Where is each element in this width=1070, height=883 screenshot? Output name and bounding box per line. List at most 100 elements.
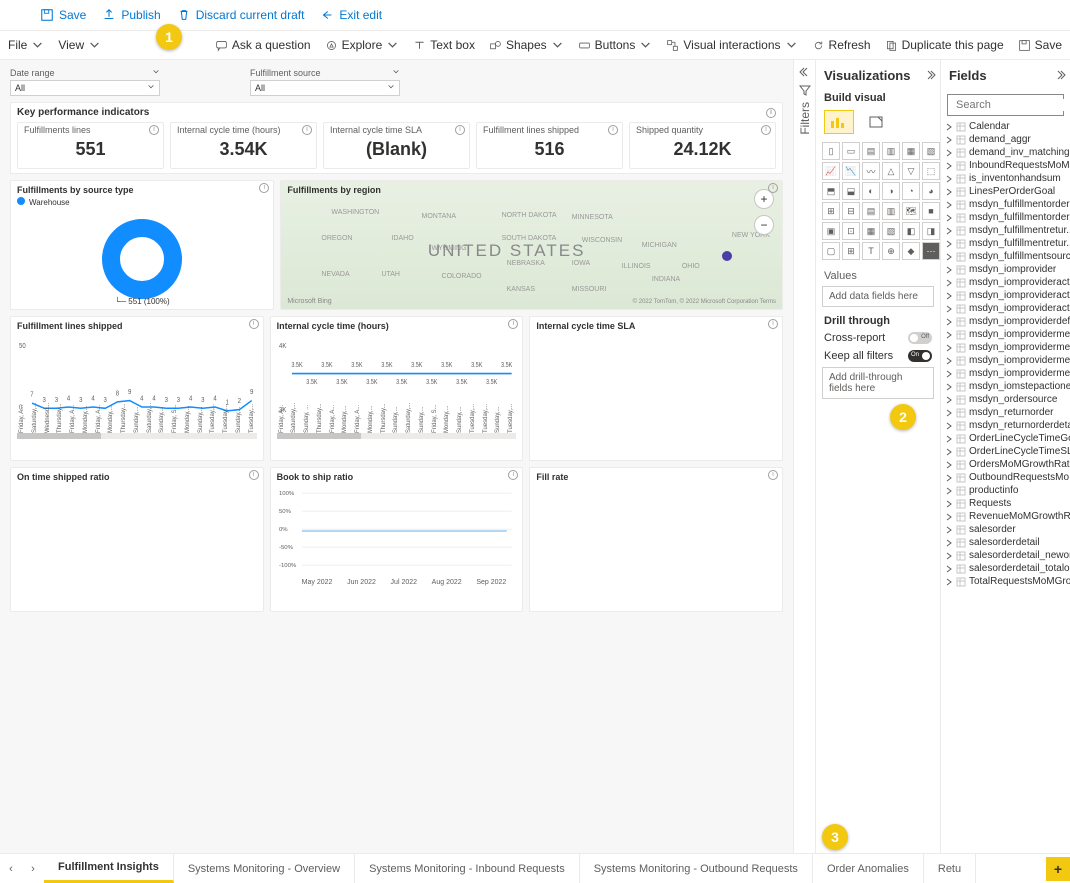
field-table[interactable]: msdyn_fulfillmentsource bbox=[941, 250, 1070, 263]
field-table[interactable]: OrderLineCycleTimeSLA bbox=[941, 445, 1070, 458]
page-tab[interactable]: Order Anomalies bbox=[813, 854, 924, 883]
field-table[interactable]: TotalRequestsMoMGro... bbox=[941, 575, 1070, 588]
field-table[interactable]: salesorder bbox=[941, 523, 1070, 536]
field-table[interactable]: OutboundRequestsMo... bbox=[941, 471, 1070, 484]
viz-type-icon[interactable]: ▤ bbox=[862, 142, 880, 160]
lines-shipped-card[interactable]: Fulfillment lines shipped i 50 0 7334343… bbox=[10, 316, 264, 461]
report-canvas[interactable]: Date range All Fulfillment source All Ke… bbox=[0, 60, 793, 853]
field-table[interactable]: is_inventonhandsum bbox=[941, 172, 1070, 185]
viz-type-icon[interactable]: ◆ bbox=[902, 242, 920, 260]
viz-type-icon[interactable]: T bbox=[862, 242, 880, 260]
viz-type-icon[interactable]: ⬓ bbox=[842, 182, 860, 200]
field-table[interactable]: salesorderdetail_totalor... bbox=[941, 562, 1070, 575]
field-table[interactable]: msdyn_iomproviderdefi... bbox=[941, 315, 1070, 328]
keep-filters-toggle[interactable]: On bbox=[908, 350, 932, 362]
viz-type-icon[interactable]: ▥ bbox=[882, 202, 900, 220]
viz-type-icon[interactable]: ▽ bbox=[902, 162, 920, 180]
build-visual-tab[interactable] bbox=[824, 110, 854, 134]
viz-type-icon[interactable]: ⋯ bbox=[922, 242, 940, 260]
view-menu[interactable]: View bbox=[58, 38, 101, 52]
add-page-button[interactable]: + bbox=[1046, 857, 1070, 881]
cycle-time-card[interactable]: Internal cycle time (hours) i 4K 3K 3.5K… bbox=[270, 316, 524, 461]
field-table[interactable]: msdyn_fulfillmentorder bbox=[941, 198, 1070, 211]
duplicate-button[interactable]: Duplicate this page bbox=[885, 38, 1004, 52]
save-button-ribbon[interactable]: Save bbox=[1018, 38, 1062, 52]
field-table[interactable]: msdyn_fulfillmentorder... bbox=[941, 211, 1070, 224]
field-table[interactable]: LinesPerOrderGoal bbox=[941, 185, 1070, 198]
textbox-button[interactable]: Text box bbox=[413, 38, 475, 52]
scrollbar[interactable] bbox=[277, 433, 517, 439]
collapse-icon[interactable] bbox=[924, 69, 936, 81]
field-table[interactable]: msdyn_iomproviderme... bbox=[941, 367, 1070, 380]
field-table[interactable]: msdyn_iomprovideracti... bbox=[941, 276, 1070, 289]
viz-type-icon[interactable]: ▯ bbox=[822, 142, 840, 160]
viz-type-icon[interactable]: ◐ bbox=[862, 182, 880, 200]
viz-type-icon[interactable]: ⊡ bbox=[842, 222, 860, 240]
viz-type-icon[interactable]: 📉 bbox=[842, 162, 860, 180]
page-tab[interactable]: Systems Monitoring - Outbound Requests bbox=[580, 854, 813, 883]
viz-type-icon[interactable]: ▭ bbox=[842, 142, 860, 160]
filters-pane-collapsed[interactable]: Filters bbox=[793, 60, 815, 853]
page-tab[interactable]: Systems Monitoring - Overview bbox=[174, 854, 355, 883]
viz-type-icon[interactable]: ⊞ bbox=[842, 242, 860, 260]
shapes-menu[interactable]: Shapes bbox=[489, 38, 564, 52]
field-table[interactable]: RevenueMoMGrowthR... bbox=[941, 510, 1070, 523]
kpi-card[interactable]: Internal cycle time (hours)i3.54K bbox=[170, 122, 317, 169]
file-menu[interactable]: File bbox=[8, 38, 44, 52]
viz-type-icon[interactable]: ▦ bbox=[862, 222, 880, 240]
viz-type-icon[interactable]: 📈 bbox=[822, 162, 840, 180]
field-table[interactable]: msdyn_fulfillmentretur... bbox=[941, 224, 1070, 237]
on-time-ratio-card[interactable]: On time shipped ratio i bbox=[10, 467, 264, 612]
tabs-prev[interactable]: ‹ bbox=[0, 863, 22, 875]
viz-type-icon[interactable]: ◑ bbox=[882, 182, 900, 200]
search-input[interactable] bbox=[956, 99, 1070, 111]
tabs-next[interactable]: › bbox=[22, 863, 44, 875]
field-table[interactable]: msdyn_fulfillmentretur... bbox=[941, 237, 1070, 250]
slicer-fulfillment-source[interactable]: Fulfillment source All bbox=[250, 68, 400, 96]
field-table[interactable]: msdyn_iomprovider bbox=[941, 263, 1070, 276]
expand-icon[interactable] bbox=[799, 66, 811, 78]
viz-type-icon[interactable]: ◕ bbox=[922, 182, 940, 200]
map-card[interactable]: Fulfillments by region i UNITED STATES W… bbox=[280, 180, 783, 310]
fields-search[interactable] bbox=[947, 94, 1064, 116]
cross-report-toggle[interactable]: Off bbox=[908, 332, 932, 344]
cycle-sla-card[interactable]: Internal cycle time SLA i bbox=[529, 316, 783, 461]
field-table[interactable]: demand_aggr bbox=[941, 133, 1070, 146]
viz-type-icon[interactable]: ⊕ bbox=[882, 242, 900, 260]
kpi-card[interactable]: Shipped quantityi24.12K bbox=[629, 122, 776, 169]
viz-type-icon[interactable]: 〰 bbox=[862, 162, 880, 180]
field-table[interactable]: salesorderdetail bbox=[941, 536, 1070, 549]
viz-type-icon[interactable]: ▥ bbox=[882, 142, 900, 160]
slicer-date-range[interactable]: Date range All bbox=[10, 68, 160, 96]
discard-button[interactable]: Discard current draft bbox=[177, 8, 305, 22]
viz-type-icon[interactable]: ▧ bbox=[922, 142, 940, 160]
field-table[interactable]: msdyn_iomstepactione... bbox=[941, 380, 1070, 393]
viz-type-icon[interactable]: ▧ bbox=[882, 222, 900, 240]
visual-interactions-menu[interactable]: Visual interactions bbox=[666, 38, 797, 52]
format-visual-tab[interactable] bbox=[862, 110, 892, 134]
viz-type-icon[interactable]: ⬚ bbox=[922, 162, 940, 180]
kpi-card[interactable]: Internal cycle time SLAi(Blank) bbox=[323, 122, 470, 169]
values-dropzone[interactable]: Add data fields here bbox=[822, 286, 934, 307]
donut-card[interactable]: Fulfillments by source type i Warehouse … bbox=[10, 180, 274, 310]
save-button[interactable]: Save bbox=[40, 8, 86, 22]
viz-type-icon[interactable]: ◨ bbox=[922, 222, 940, 240]
viz-type-icon[interactable]: ■ bbox=[922, 202, 940, 220]
viz-type-icon[interactable]: ⊟ bbox=[842, 202, 860, 220]
field-table[interactable]: msdyn_iomprovideracti... bbox=[941, 302, 1070, 315]
publish-button[interactable]: Publish bbox=[102, 8, 160, 22]
page-tab[interactable]: Systems Monitoring - Inbound Requests bbox=[355, 854, 580, 883]
field-table[interactable]: msdyn_returnorderdetail bbox=[941, 419, 1070, 432]
field-table[interactable]: Calendar bbox=[941, 120, 1070, 133]
field-table[interactable]: productinfo bbox=[941, 484, 1070, 497]
fill-rate-card[interactable]: Fill rate i bbox=[529, 467, 783, 612]
collapse-icon[interactable] bbox=[1054, 69, 1066, 81]
field-table[interactable]: demand_inv_matching bbox=[941, 146, 1070, 159]
field-table[interactable]: msdyn_iomproviderme... bbox=[941, 341, 1070, 354]
field-table[interactable]: InboundRequestsMoM... bbox=[941, 159, 1070, 172]
field-table[interactable]: salesorderdetail_newor... bbox=[941, 549, 1070, 562]
viz-type-icon[interactable]: 🗺 bbox=[902, 202, 920, 220]
page-tab[interactable]: Retu bbox=[924, 854, 976, 883]
viz-type-icon[interactable]: ▣ bbox=[822, 222, 840, 240]
page-tab[interactable]: Fulfillment Insights bbox=[44, 854, 174, 883]
